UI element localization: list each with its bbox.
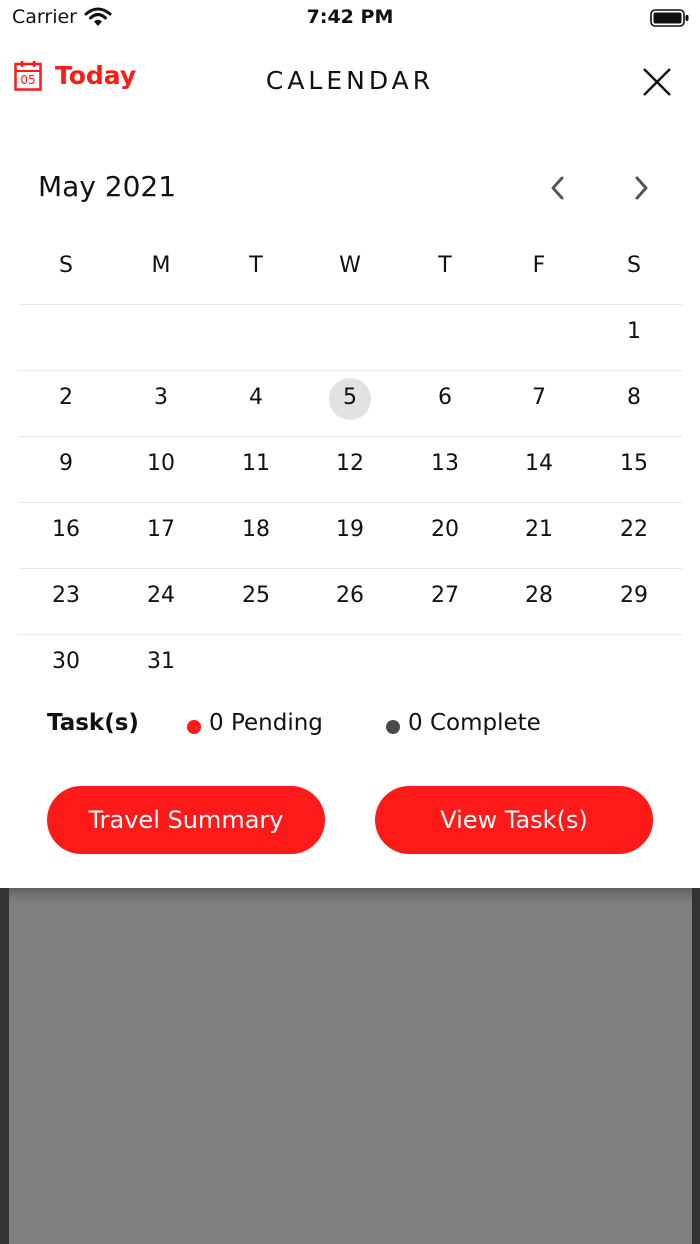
weekday-label: T [438,253,452,278]
day-cell[interactable]: 2 [26,385,106,410]
previous-month-button[interactable] [545,174,571,202]
month-title: May 2021 [38,170,177,203]
chevron-right-icon [635,176,648,200]
close-button[interactable] [641,66,673,98]
backdrop-edge-right [692,888,700,1244]
complete-dot-icon [386,720,400,734]
day-cell[interactable]: 14 [499,451,579,476]
day-cell[interactable]: 16 [26,517,106,542]
calendar-header: 05 Today CALENDAR [0,40,700,119]
day-cell[interactable]: 28 [499,583,579,608]
backdrop-edge-left [0,888,9,1244]
pending-dot-icon [187,720,201,734]
modal-backdrop[interactable] [0,888,700,1244]
weekday-label: S [59,253,73,278]
selected-day-cell[interactable]: 5 [310,385,390,410]
week-row-divider [19,568,682,569]
week-row-divider [19,304,682,305]
weekday-label: S [627,253,641,278]
day-cell[interactable]: 23 [26,583,106,608]
weekday-label: W [339,253,361,278]
view-tasks-button[interactable]: View Task(s) [375,786,653,854]
complete-count: 0 Complete [408,710,541,736]
day-cell[interactable]: 27 [405,583,485,608]
day-cell[interactable]: 9 [26,451,106,476]
day-cell[interactable]: 19 [310,517,390,542]
day-cell[interactable]: 15 [594,451,674,476]
day-cell[interactable]: 21 [499,517,579,542]
day-cell[interactable]: 18 [216,517,296,542]
status-bar: Carrier 7:42 PM [0,0,700,36]
day-cell[interactable]: 17 [121,517,201,542]
task-legend: Task(s) 0 Pending 0 Complete [0,708,700,748]
pending-count: 0 Pending [209,710,323,736]
day-cell[interactable]: 30 [26,649,106,674]
day-cell[interactable]: 31 [121,649,201,674]
travel-summary-button[interactable]: Travel Summary [47,786,325,854]
weekday-label: F [532,253,546,278]
day-cell[interactable]: 12 [310,451,390,476]
day-cell[interactable]: 24 [121,583,201,608]
week-row-divider [19,634,682,635]
day-cell[interactable]: 26 [310,583,390,608]
day-cell[interactable]: 4 [216,385,296,410]
day-cell[interactable]: 3 [121,385,201,410]
status-time: 7:42 PM [306,6,394,28]
chevron-left-icon [551,176,564,200]
next-month-button[interactable] [628,174,654,202]
week-row-divider [19,502,682,503]
day-cell[interactable]: 8 [594,385,674,410]
day-cell[interactable]: 11 [216,451,296,476]
page-title: CALENDAR [265,66,435,95]
week-row-divider [19,436,682,437]
day-cell[interactable]: 13 [405,451,485,476]
day-cell[interactable]: 25 [216,583,296,608]
day-cell[interactable]: 6 [405,385,485,410]
calendar-sheet: May 2021 SMTWTFS 1 2 3 4 5 6 7 8 9 10 11 12 13 14 15 16… [0,118,700,888]
day-cell[interactable]: 10 [121,451,201,476]
tasks-label: Task(s) [47,710,139,736]
close-icon [643,68,671,96]
day-cell[interactable]: 22 [594,517,674,542]
weekday-label: M [151,253,171,278]
day-cell[interactable]: 20 [405,517,485,542]
weekday-label: T [249,253,263,278]
day-cell[interactable]: 29 [594,583,674,608]
day-cell[interactable]: 7 [499,385,579,410]
week-row-divider [19,370,682,371]
battery-icon [650,9,690,31]
day-cell[interactable]: 1 [594,319,674,344]
